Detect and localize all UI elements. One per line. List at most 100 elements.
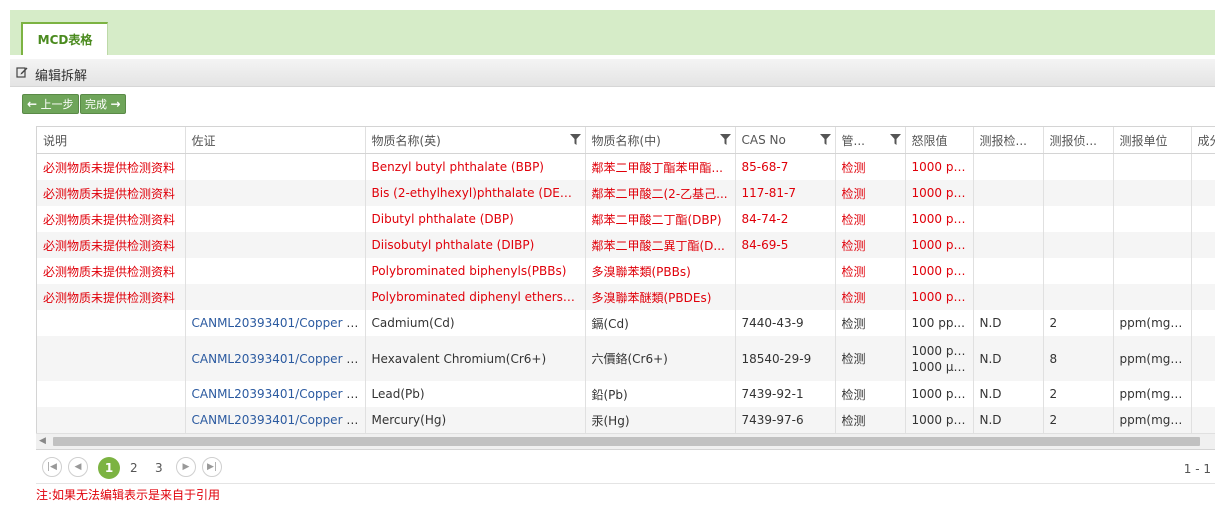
table-cell-ctrl[interactable]: 检测	[835, 381, 906, 407]
column-header-detection[interactable]: 测报检...	[973, 127, 1044, 154]
table-cell-ctrl[interactable]: 检测	[835, 180, 906, 206]
table-cell-limit[interactable]: 1000 pp...	[905, 284, 974, 310]
table-cell-ctrl[interactable]: 检测	[835, 232, 906, 258]
filter-icon[interactable]	[819, 134, 831, 145]
table-cell-cn[interactable]: 六價鉻(Cr6+)	[585, 336, 736, 381]
table-cell-det[interactable]	[973, 232, 1044, 258]
table-cell-component[interactable]	[1191, 258, 1215, 284]
table-cell-det[interactable]	[973, 206, 1044, 232]
table-cell-unit[interactable]	[1113, 180, 1192, 206]
table-cell-ctrl[interactable]: 检测	[835, 153, 906, 180]
column-header-component[interactable]: 成分	[1191, 127, 1215, 154]
table-cell-limit[interactable]: 1000 pp...	[905, 232, 974, 258]
table-cell-proof[interactable]: CANML20393401/Copper c...	[185, 336, 366, 381]
table-cell-det[interactable]: N.D	[973, 407, 1044, 433]
page-1-button[interactable]: 1	[98, 457, 120, 479]
table-cell-limit[interactable]: 1000 pp...	[905, 206, 974, 232]
table-cell-component[interactable]	[1191, 284, 1215, 310]
table-cell-limit[interactable]: 1000 pp...	[905, 153, 974, 180]
table-cell-cas[interactable]: 117-81-7	[735, 180, 836, 206]
table-cell-ctrl[interactable]: 检测	[835, 407, 906, 433]
table-cell-en[interactable]: Dibutyl phthalate (DBP)	[365, 206, 586, 232]
filter-icon[interactable]	[569, 134, 581, 145]
table-cell-en[interactable]: Polybrominated diphenyl ethers(PB...	[365, 284, 586, 310]
table-cell-cn[interactable]: 鄰苯二甲酸二丁酯(DBP)	[585, 206, 736, 232]
table-cell-proof[interactable]: CANML20393401/Copper c...	[185, 407, 366, 433]
table-cell-val[interactable]	[1043, 258, 1114, 284]
table-cell-cas[interactable]: 7439-97-6	[735, 407, 836, 433]
column-header-limit[interactable]: 怒限值	[905, 127, 974, 154]
table-cell-val[interactable]	[1043, 284, 1114, 310]
first-page-icon[interactable]: |◀	[42, 457, 62, 477]
table-row[interactable]: CANML20393401/Copper c... Lead(Pb) 鉛(Pb) 74…	[37, 381, 1215, 407]
table-cell-component[interactable]	[1191, 407, 1215, 433]
table-cell-det[interactable]	[973, 180, 1044, 206]
table-cell-unit[interactable]	[1113, 258, 1192, 284]
table-cell-proof[interactable]	[185, 284, 366, 310]
table-cell-unit[interactable]: ppm(mg/kg)	[1113, 310, 1192, 336]
column-header-name-en[interactable]: 物质名称(英)	[365, 127, 586, 154]
table-cell-val[interactable]	[1043, 206, 1114, 232]
table-cell-unit[interactable]	[1113, 153, 1192, 180]
table-cell-cn[interactable]: 鄰苯二甲酸二(2-乙基己...	[585, 180, 736, 206]
tab-mcd-table[interactable]: MCD表格	[21, 22, 108, 55]
table-cell-val[interactable]: 8	[1043, 336, 1114, 381]
table-cell-ctrl[interactable]: 检测	[835, 206, 906, 232]
horizontal-scrollbar[interactable]: ◀	[36, 433, 1215, 449]
table-cell-ctrl[interactable]: 检测	[835, 310, 906, 336]
last-page-icon[interactable]: ▶|	[202, 457, 222, 477]
table-cell-ctrl[interactable]: 检测	[835, 284, 906, 310]
table-cell-component[interactable]	[1191, 336, 1215, 381]
next-page-icon[interactable]: ▶	[176, 457, 196, 477]
table-cell-det[interactable]: N.D	[973, 336, 1044, 381]
table-cell-proof[interactable]	[185, 206, 366, 232]
table-cell-limit[interactable]: 100 pp...	[905, 310, 974, 336]
table-cell-det[interactable]	[973, 258, 1044, 284]
table-cell-proof[interactable]	[185, 258, 366, 284]
table-cell-cas[interactable]: 85-68-7	[735, 153, 836, 180]
table-cell-en[interactable]: Benzyl butyl phthalate (BBP)	[365, 153, 586, 180]
table-row[interactable]: 必测物质未提供检测资料 Dibutyl phthalate (DBP) 鄰苯二甲酸二…	[37, 206, 1215, 232]
table-cell-proof[interactable]	[185, 153, 366, 180]
table-row[interactable]: 必测物质未提供检测资料 Benzyl butyl phthalate (BBP) 鄰…	[37, 153, 1215, 180]
scroll-left-icon[interactable]: ◀	[39, 436, 46, 446]
table-cell-det[interactable]	[973, 153, 1044, 180]
table-cell-component[interactable]	[1191, 153, 1215, 180]
column-header-control[interactable]: 管...	[835, 127, 906, 154]
table-cell-en[interactable]: Polybrominated biphenyls(PBBs)	[365, 258, 586, 284]
table-cell-limit[interactable]: 1000 pp...	[905, 180, 974, 206]
prev-step-button[interactable]: ← 上一步	[22, 94, 79, 114]
table-cell-limit[interactable]: 1000 pp... 1000 μg...	[905, 336, 974, 381]
table-cell-desc[interactable]: 必测物质未提供检测资料	[37, 180, 186, 206]
table-cell-limit[interactable]: 1000 pp...	[905, 381, 974, 407]
table-cell-det[interactable]: N.D	[973, 381, 1044, 407]
page-3-button[interactable]: 3	[155, 458, 163, 478]
table-row[interactable]: 必测物质未提供检测资料 Polybrominated biphenyls(PBBs…	[37, 258, 1215, 284]
table-cell-desc[interactable]	[37, 310, 186, 336]
table-cell-desc[interactable]: 必测物质未提供检测资料	[37, 284, 186, 310]
table-cell-proof[interactable]	[185, 232, 366, 258]
table-cell-desc[interactable]	[37, 336, 186, 381]
table-cell-cn[interactable]: 鎘(Cd)	[585, 310, 736, 336]
table-cell-cn[interactable]: 鄰苯二甲酸丁酯苯甲酯...	[585, 153, 736, 180]
table-cell-val[interactable]: 2	[1043, 381, 1114, 407]
page-2-button[interactable]: 2	[130, 458, 138, 478]
column-header-desc[interactable]: 说明	[37, 127, 186, 154]
column-header-name-cn[interactable]: 物质名称(中)	[585, 127, 736, 154]
table-cell-val[interactable]	[1043, 153, 1114, 180]
table-cell-cas[interactable]	[735, 284, 836, 310]
table-cell-desc[interactable]	[37, 407, 186, 433]
table-cell-proof[interactable]: CANML20393401/Copper c...	[185, 381, 366, 407]
column-header-cas[interactable]: CAS No	[735, 127, 836, 154]
column-header-unit[interactable]: 测报单位	[1113, 127, 1192, 154]
prev-page-icon[interactable]: ◀	[68, 457, 88, 477]
table-cell-component[interactable]	[1191, 206, 1215, 232]
table-cell-cn[interactable]: 鄰苯二甲酸二異丁酯(D...	[585, 232, 736, 258]
table-cell-en[interactable]: Mercury(Hg)	[365, 407, 586, 433]
table-cell-val[interactable]	[1043, 180, 1114, 206]
filter-icon[interactable]	[719, 134, 731, 145]
table-row[interactable]: 必测物质未提供检测资料 Polybrominated diphenyl ether…	[37, 284, 1215, 310]
table-cell-val[interactable]: 2	[1043, 407, 1114, 433]
table-cell-desc[interactable]: 必测物质未提供检测资料	[37, 258, 186, 284]
table-cell-proof[interactable]	[185, 180, 366, 206]
